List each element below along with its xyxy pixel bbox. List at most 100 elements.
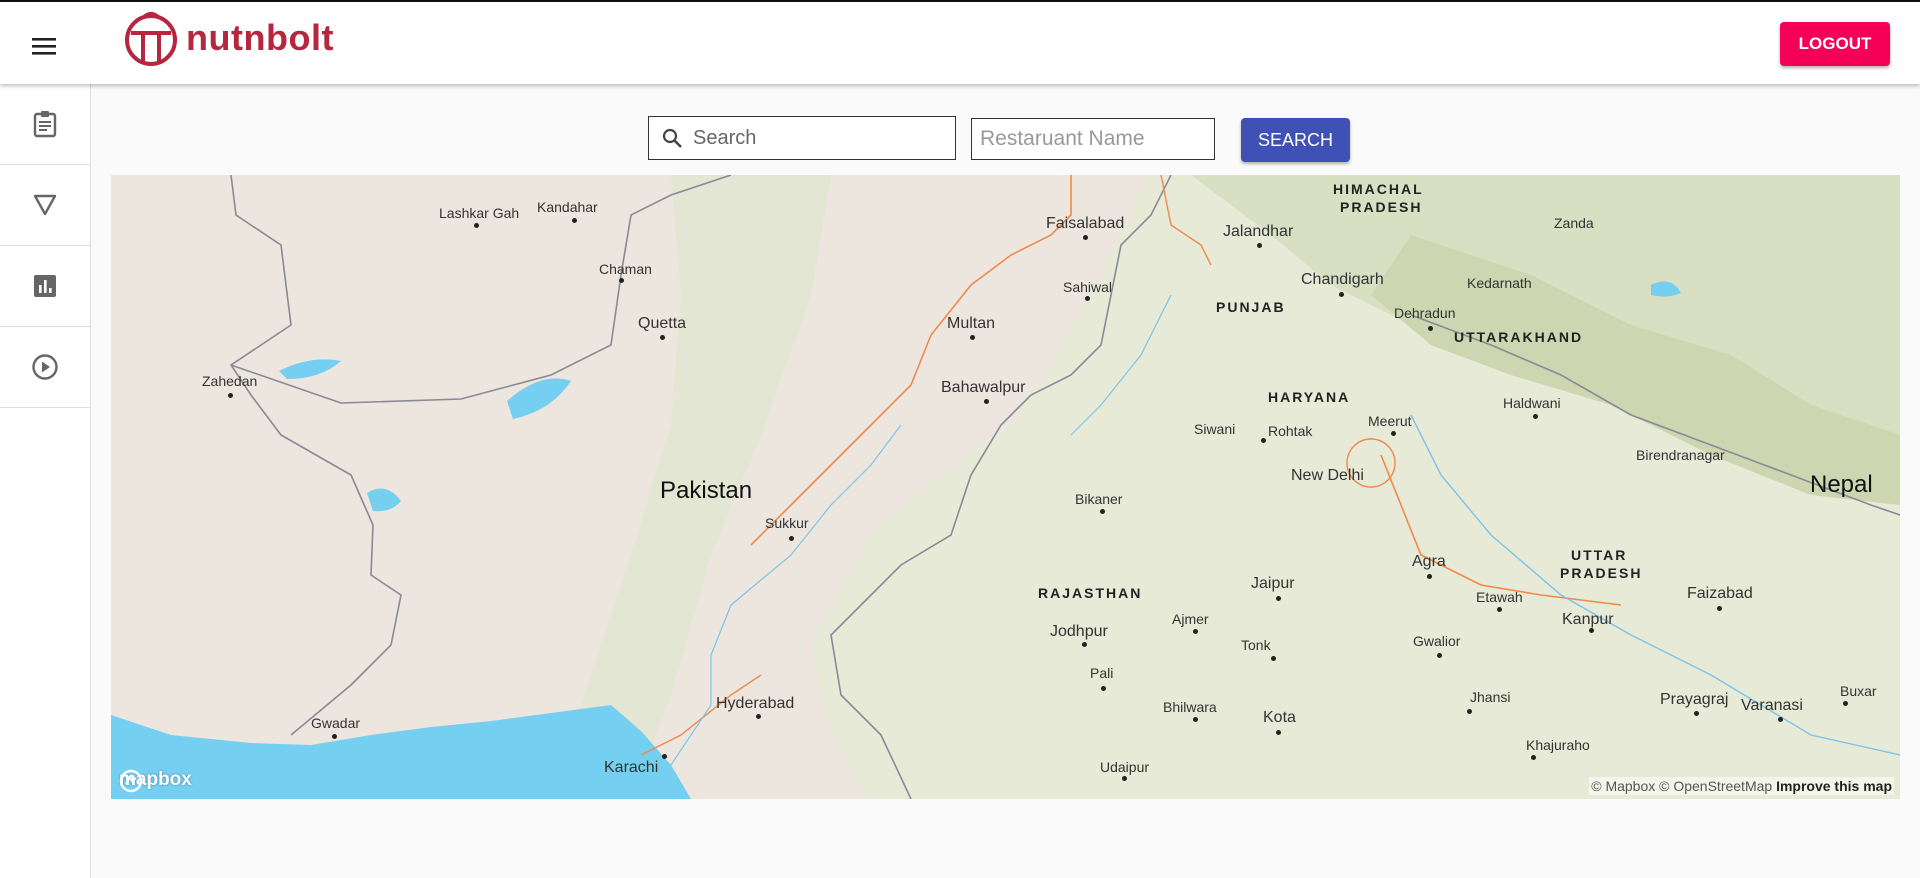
sidebar-item-orders[interactable] bbox=[0, 84, 90, 165]
search-button[interactable]: SEARCH bbox=[1241, 118, 1350, 162]
logo-icon bbox=[125, 12, 177, 66]
map-label: PUNJAB bbox=[1216, 299, 1286, 315]
logout-button[interactable]: LOGOUT bbox=[1780, 22, 1890, 66]
sidebar-item-play[interactable] bbox=[0, 327, 90, 408]
city-dot bbox=[572, 218, 577, 223]
city-dot bbox=[1101, 686, 1106, 691]
map-label: Jhansi bbox=[1470, 689, 1511, 705]
map-label: Chaman bbox=[599, 261, 652, 277]
map-label: Bikaner bbox=[1075, 491, 1123, 507]
city-dot bbox=[1083, 235, 1088, 240]
map-label: Pali bbox=[1090, 665, 1114, 681]
map-label: UTTARAKHAND bbox=[1454, 329, 1584, 345]
map-label: Ajmer bbox=[1172, 611, 1209, 627]
map-label: Chandigarh bbox=[1301, 271, 1384, 288]
restaurant-name-input[interactable] bbox=[978, 126, 1212, 152]
map-label: Rohtak bbox=[1268, 423, 1313, 439]
map-label: Sukkur bbox=[765, 515, 809, 531]
map-label: Nepal bbox=[1810, 471, 1873, 498]
map-label: UTTAR bbox=[1571, 547, 1628, 563]
map-label: Jaipur bbox=[1251, 575, 1295, 592]
city-dot bbox=[1467, 709, 1472, 714]
map-label: Haldwani bbox=[1503, 395, 1561, 411]
sidebar-item-analytics[interactable] bbox=[0, 246, 90, 327]
map-label: Meerut bbox=[1368, 413, 1412, 429]
map-label: Quetta bbox=[638, 315, 687, 332]
hamburger-menu-icon[interactable] bbox=[26, 28, 62, 64]
map-label: Kedarnath bbox=[1467, 275, 1532, 291]
city-dot bbox=[1589, 628, 1594, 633]
play-circle-icon bbox=[32, 354, 58, 380]
map-label: New Delhi bbox=[1291, 467, 1364, 484]
map-label: Bhilwara bbox=[1163, 699, 1217, 715]
search-field bbox=[648, 116, 956, 160]
city-dot bbox=[1694, 711, 1699, 716]
city-dot bbox=[1717, 606, 1722, 611]
sidebar bbox=[0, 84, 91, 878]
map-label: Varanasi bbox=[1741, 697, 1803, 714]
city-dot bbox=[1427, 574, 1432, 579]
city-dot bbox=[660, 335, 665, 340]
mapbox-logo-icon bbox=[119, 769, 143, 793]
city-dot bbox=[1778, 717, 1783, 722]
map-label: HARYANA bbox=[1268, 389, 1351, 405]
city-dot bbox=[789, 536, 794, 541]
city-dot bbox=[984, 399, 989, 404]
map-label: Faisalabad bbox=[1046, 215, 1125, 232]
city-dot bbox=[1533, 414, 1538, 419]
city-dot bbox=[1391, 431, 1396, 436]
map-label: Bahawalpur bbox=[941, 379, 1026, 396]
city-dot bbox=[1122, 776, 1127, 781]
map-attribution: © Mapbox © OpenStreetMap Improve this ma… bbox=[1589, 777, 1894, 795]
improve-map-link[interactable]: Improve this map bbox=[1776, 778, 1892, 794]
city-dot bbox=[1082, 642, 1087, 647]
map-label: Birendranagar bbox=[1636, 447, 1725, 463]
map-label: Zanda bbox=[1554, 215, 1594, 231]
map-label: HIMACHAL bbox=[1333, 181, 1424, 197]
city-dot bbox=[1497, 607, 1502, 612]
city-dot bbox=[1193, 717, 1198, 722]
map-label: Kandahar bbox=[537, 199, 598, 215]
city-dot bbox=[1437, 653, 1442, 658]
city-dot bbox=[1531, 755, 1536, 760]
city-dot bbox=[970, 335, 975, 340]
city-dot bbox=[1261, 438, 1266, 443]
map-label: Hyderabad bbox=[716, 695, 795, 712]
city-dot bbox=[662, 754, 667, 759]
logo[interactable]: nutnbolt bbox=[122, 8, 334, 68]
map-label: Gwadar bbox=[311, 715, 361, 731]
attribution-text[interactable]: © Mapbox © OpenStreetMap bbox=[1591, 778, 1772, 794]
map-label: Gwalior bbox=[1413, 633, 1461, 649]
map-label: Kanpur bbox=[1562, 611, 1614, 628]
map-view[interactable]: Lashkar Gah Kandahar Chaman Quetta Zahed… bbox=[111, 175, 1900, 799]
map-label: Siwani bbox=[1194, 421, 1236, 437]
mapbox-logo[interactable]: mapbox bbox=[119, 769, 192, 793]
map-label: Agra bbox=[1412, 553, 1446, 570]
map-label: Dehradun bbox=[1394, 305, 1456, 321]
city-dot bbox=[1843, 701, 1848, 706]
search-input[interactable] bbox=[691, 125, 945, 151]
filter-icon bbox=[33, 194, 57, 216]
city-dot bbox=[1428, 326, 1433, 331]
logo-text: nutnbolt bbox=[186, 17, 334, 58]
map-label: Khajuraho bbox=[1526, 737, 1590, 753]
bar-chart-icon bbox=[34, 275, 56, 297]
map-label: Tonk bbox=[1241, 637, 1271, 653]
map-label: Sahiwal bbox=[1063, 279, 1113, 295]
city-dot bbox=[756, 714, 761, 719]
sidebar-item-filter[interactable] bbox=[0, 165, 90, 246]
city-dot bbox=[474, 223, 479, 228]
city-dot bbox=[1271, 656, 1276, 661]
map-label: Prayagraj bbox=[1660, 691, 1729, 708]
city-dot bbox=[1339, 292, 1344, 297]
map-terrain bbox=[111, 175, 1900, 799]
map-label: Pakistan bbox=[660, 477, 753, 504]
city-dot bbox=[619, 278, 624, 283]
map-label: Faizabad bbox=[1687, 585, 1753, 602]
map-label: Udaipur bbox=[1100, 759, 1150, 775]
map-label: Buxar bbox=[1840, 683, 1877, 699]
map-label: RAJASTHAN bbox=[1038, 585, 1143, 601]
city-dot bbox=[332, 734, 337, 739]
map-label: Etawah bbox=[1476, 589, 1523, 605]
map-label: Multan bbox=[947, 315, 996, 332]
